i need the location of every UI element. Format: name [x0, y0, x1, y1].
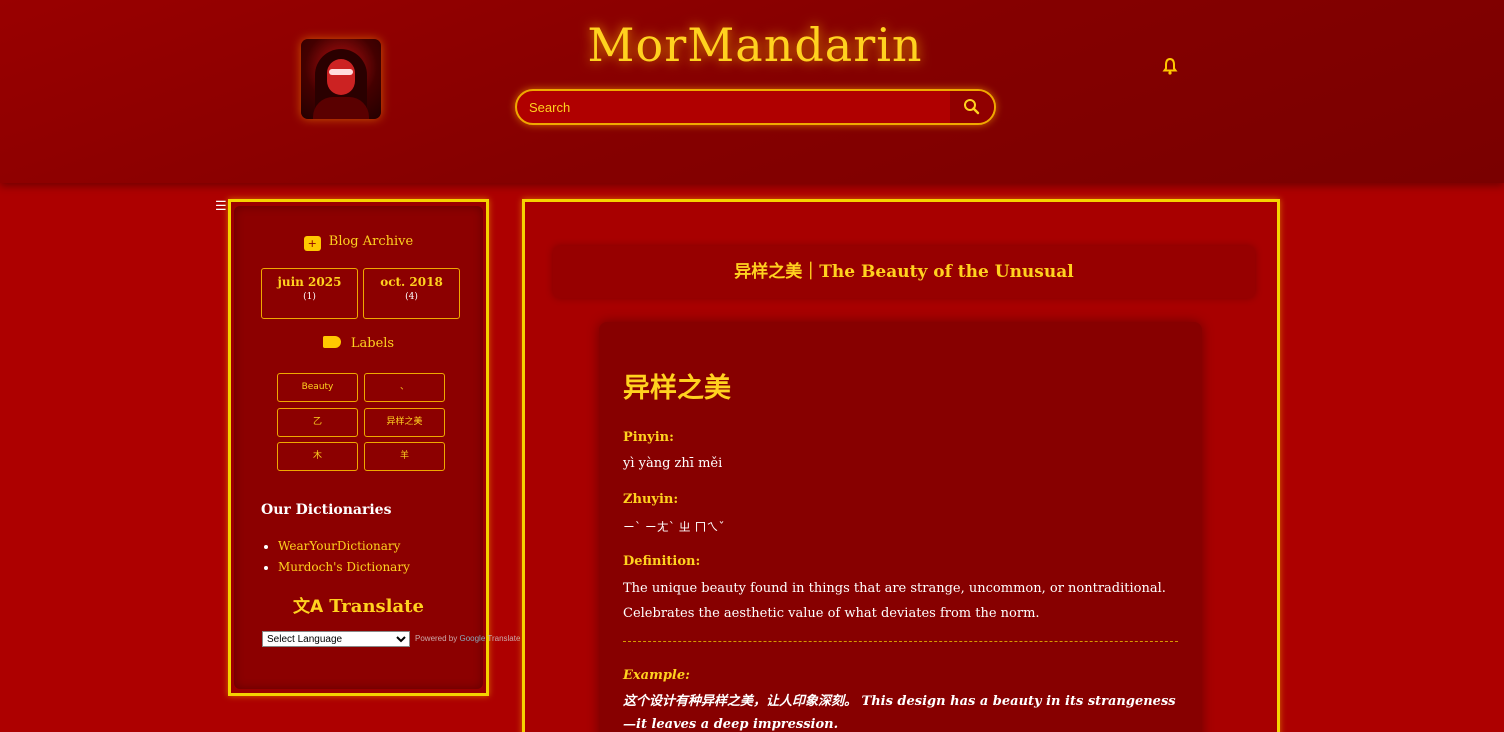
- translate-heading: 文A Translate: [293, 596, 424, 617]
- zhuyin-label: Zhuyin:: [623, 492, 679, 507]
- site-header: MorMandarin: [0, 0, 1504, 183]
- label-item[interactable]: 木: [277, 442, 358, 471]
- label-item[interactable]: 乙: [277, 408, 358, 437]
- dictionaries-heading: Our Dictionaries: [261, 502, 392, 518]
- pinyin-label: Pinyin:: [623, 430, 674, 445]
- pinyin-value: yì yàng zhī měi: [623, 456, 723, 471]
- bell-icon[interactable]: [1160, 56, 1180, 76]
- label-item[interactable]: 羊: [364, 442, 445, 471]
- archive-icon: +: [303, 236, 321, 251]
- translate-icon: 文A: [293, 597, 324, 617]
- dictionary-link[interactable]: Murdoch's Dictionary: [278, 560, 410, 574]
- label-item[interactable]: 异样之美: [364, 408, 445, 437]
- site-title[interactable]: MorMandarin: [0, 18, 1504, 72]
- dictionaries-list: WearYourDictionary Murdoch's Dictionary: [278, 536, 410, 578]
- label-item[interactable]: 、: [364, 373, 445, 402]
- search-button[interactable]: [950, 91, 994, 123]
- search-input[interactable]: [529, 91, 949, 123]
- archive-item[interactable]: juin 2025 (1): [261, 268, 358, 319]
- post-title[interactable]: 异样之美｜The Beauty of the Unusual: [553, 246, 1255, 298]
- labels-heading: Labels: [234, 336, 483, 351]
- search-bar: [515, 89, 996, 125]
- dictionary-link[interactable]: WearYourDictionary: [278, 539, 400, 553]
- example-text: 这个设计有种异样之美，让人印象深刻。 This design has a bea…: [623, 694, 1176, 732]
- definition-text: The unique beauty found in things that a…: [623, 581, 1166, 621]
- post-card: 异样之美 Pinyin: yì yàng zhī měi Zhuyin: ㄧˋ …: [599, 322, 1202, 732]
- label-icon: [322, 336, 341, 348]
- zhuyin-value: ㄧˋ ㄧㄤˋ ㄓ ㄇㄟˇ: [623, 520, 725, 534]
- powered-by-google: Powered by Google Translate: [415, 634, 521, 643]
- list-item: WearYourDictionary: [278, 536, 410, 557]
- archive-heading: + Blog Archive: [234, 234, 483, 251]
- search-icon: [964, 99, 980, 115]
- sidebar: + Blog Archive juin 2025 (1) oct. 2018 (4…: [228, 199, 520, 696]
- archive-item[interactable]: oct. 2018 (4): [363, 268, 460, 319]
- language-select[interactable]: Select Language: [262, 631, 410, 647]
- menu-icon[interactable]: ☰: [215, 199, 227, 214]
- post-heading: 异样之美: [623, 373, 731, 404]
- list-item: Murdoch's Dictionary: [278, 557, 410, 578]
- main-content: 异样之美｜The Beauty of the Unusual 异样之美 Piny…: [522, 199, 1280, 732]
- divider: [623, 641, 1178, 642]
- example-label: Example:: [623, 668, 690, 683]
- label-beauty[interactable]: Beauty: [277, 373, 358, 402]
- definition-label: Definition:: [623, 554, 701, 569]
